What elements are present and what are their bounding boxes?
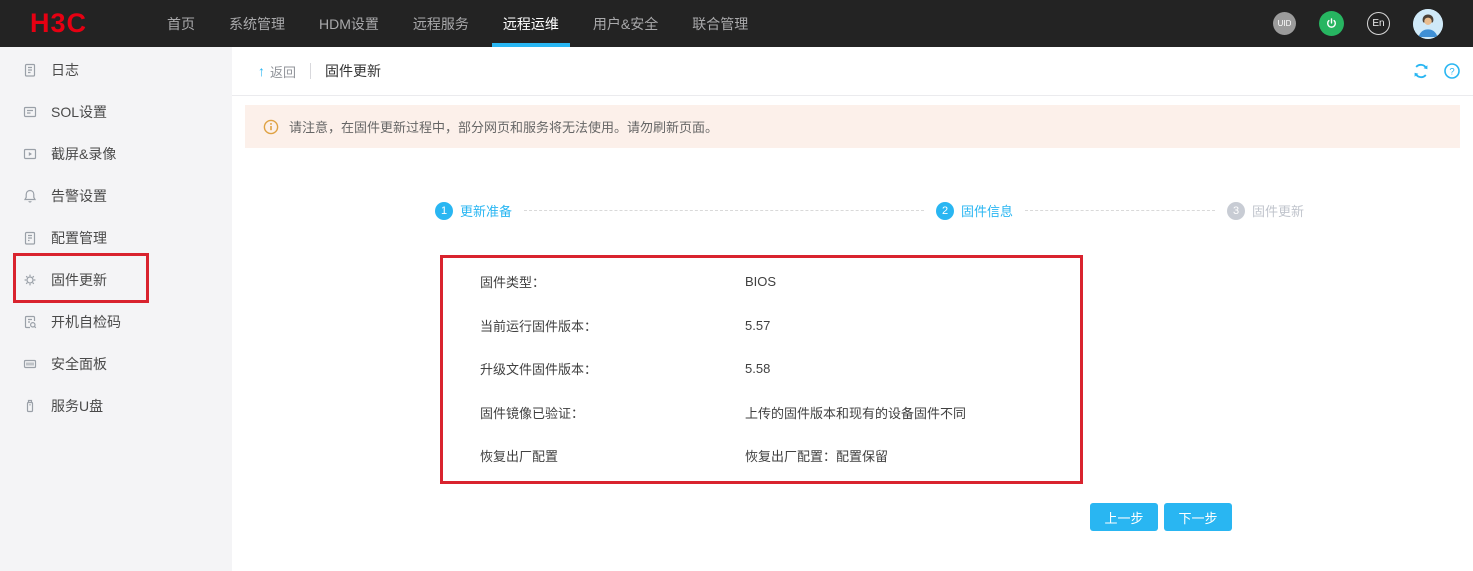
field-value: 5.57 [745,317,771,333]
prev-step-button[interactable]: 上一步 [1090,503,1158,531]
page-actions: ? [1412,62,1461,80]
user-avatar-icon [1413,8,1443,39]
nav-item-home[interactable]: 首页 [150,0,212,47]
language-badge-label: En [1372,18,1385,29]
uid-badge[interactable]: UID [1273,12,1296,35]
field-value: 恢复出厂配置：配置保留 [745,449,889,465]
log-icon [22,62,38,78]
info-row-image-verified: 固件镜像已验证： 上传的固件版本和现有的设备固件不同 [480,391,1080,435]
sidebar-item-label: 截屏&录像 [51,146,117,162]
uid-badge-label: UID [1277,19,1292,28]
field-label: 固件类型： [480,275,546,291]
breadcrumb-divider [310,63,312,79]
sol-icon [22,104,38,120]
sidebar-item-screen-record[interactable]: 截屏&录像 [0,133,232,175]
nav-item-system-mgmt[interactable]: 系统管理 [212,0,302,47]
wizard-buttons: 上一步 下一步 [1090,503,1232,531]
sidebar-item-config-mgmt[interactable]: 配置管理 [0,217,232,259]
usb-icon [22,398,38,414]
info-row-firmware-type: 固件类型： BIOS [480,260,1080,304]
refresh-icon[interactable] [1412,62,1430,80]
nav-item-remote-services[interactable]: 远程服务 [396,0,486,47]
stepper: 1 更新准备 2 固件信息 3 固件更新 [435,201,1304,220]
firmware-gear-icon [22,272,38,288]
info-row-upgrade-version: 升级文件固件版本： 5.58 [480,347,1080,391]
help-icon[interactable]: ? [1443,62,1461,80]
step-connector [524,210,925,211]
top-nav: H3C 首页 系统管理 HDM设置 远程服务 远程运维 用户&安全 联合管理 U… [0,0,1473,47]
sidebar-item-label: 告警设置 [51,188,107,204]
power-icon [1325,17,1338,30]
sidebar-item-label: 服务U盘 [51,398,104,414]
info-icon [263,119,279,135]
back-link[interactable]: ↑ 返回 [258,62,296,81]
info-row-current-version: 当前运行固件版本： 5.57 [480,304,1080,348]
main-content: ↑ 返回 固件更新 ? 请注意，在固件更新过程中，部分网页和服务将无法使用。请勿… [232,47,1473,571]
field-label: 当前运行固件版本： [480,318,598,334]
avatar[interactable] [1413,8,1443,39]
main-menu: 首页 系统管理 HDM设置 远程服务 远程运维 用户&安全 联合管理 [150,0,765,47]
sidebar-item-label: 固件更新 [51,272,107,288]
field-value: 5.58 [745,361,771,377]
field-label: 升级文件固件版本： [480,362,598,378]
next-step-button[interactable]: 下一步 [1164,503,1232,531]
field-value: BIOS [745,274,777,290]
config-icon [22,230,38,246]
step-3-circle: 3 [1227,201,1246,220]
nav-right-controls: UID En [1273,0,1473,47]
back-label: 返回 [270,64,297,80]
post-code-icon [22,314,38,330]
page: H3C 首页 系统管理 HDM设置 远程服务 远程运维 用户&安全 联合管理 U… [0,0,1473,571]
alert-bell-icon [22,188,38,204]
sidebar-item-firmware-update[interactable]: 固件更新 [0,259,232,301]
nav-item-federated-mgmt[interactable]: 联合管理 [675,0,765,47]
page-title: 固件更新 [325,63,382,79]
step-update-prepare: 1 更新准备 [435,201,512,220]
nav-item-remote-ops[interactable]: 远程运维 [486,0,576,47]
breadcrumb: ↑ 返回 固件更新 ? [232,47,1473,96]
svg-text:?: ? [1449,67,1454,78]
field-label: 恢复出厂配置 [480,449,559,465]
firmware-info-box: 固件类型： BIOS 当前运行固件版本： 5.57 升级文件固件版本： 5.58… [440,255,1083,484]
sidebar-item-label: 安全面板 [51,356,107,372]
nav-item-hdm-settings[interactable]: HDM设置 [302,0,396,47]
notice-banner: 请注意，在固件更新过程中，部分网页和服务将无法使用。请勿刷新页面。 [245,105,1460,148]
sidebar-item-label: 日志 [51,62,79,78]
step-2-circle: 2 [936,201,955,220]
screen-record-icon [22,146,38,162]
info-row-factory-config: 恢复出厂配置 恢复出厂配置：配置保留 [480,434,1080,478]
sidebar-item-label: 配置管理 [51,230,107,246]
sidebar-item-log[interactable]: 日志 [0,49,232,91]
sidebar-item-sol[interactable]: SOL设置 [0,91,232,133]
nav-item-user-security[interactable]: 用户&安全 [576,0,675,47]
body-row: 日志 SOL设置 截屏&录像 告警设置 配置管理 固件更新 开机自检码 安全面板… [0,47,1473,571]
sidebar-item-label: 开机自检码 [51,314,121,330]
step-2-label: 固件信息 [961,204,1014,219]
step-connector [1025,210,1216,211]
step-firmware-update: 3 固件更新 [1227,201,1304,220]
notice-text: 请注意，在固件更新过程中，部分网页和服务将无法使用。请勿刷新页面。 [289,120,719,135]
sidebar-item-security-panel[interactable]: 安全面板 [0,343,232,385]
power-button[interactable] [1319,11,1344,36]
step-3-label: 固件更新 [1252,204,1305,219]
h3c-logo[interactable]: H3C [0,0,150,47]
sidebar-item-alert[interactable]: 告警设置 [0,175,232,217]
sidebar-item-service-usb[interactable]: 服务U盘 [0,385,232,427]
language-badge[interactable]: En [1367,12,1390,35]
sidebar: 日志 SOL设置 截屏&录像 告警设置 配置管理 固件更新 开机自检码 安全面板… [0,47,232,571]
security-panel-icon [22,356,38,372]
sidebar-item-label: SOL设置 [51,104,108,120]
step-1-circle: 1 [435,201,453,220]
field-value: 上传的固件版本和现有的设备固件不同 [745,405,967,421]
back-arrow-icon: ↑ [258,63,265,79]
sidebar-item-post-code[interactable]: 开机自检码 [0,301,232,343]
step-1-label: 更新准备 [460,204,513,219]
field-label: 固件镜像已验证： [480,405,585,421]
step-firmware-info: 2 固件信息 [936,201,1013,220]
